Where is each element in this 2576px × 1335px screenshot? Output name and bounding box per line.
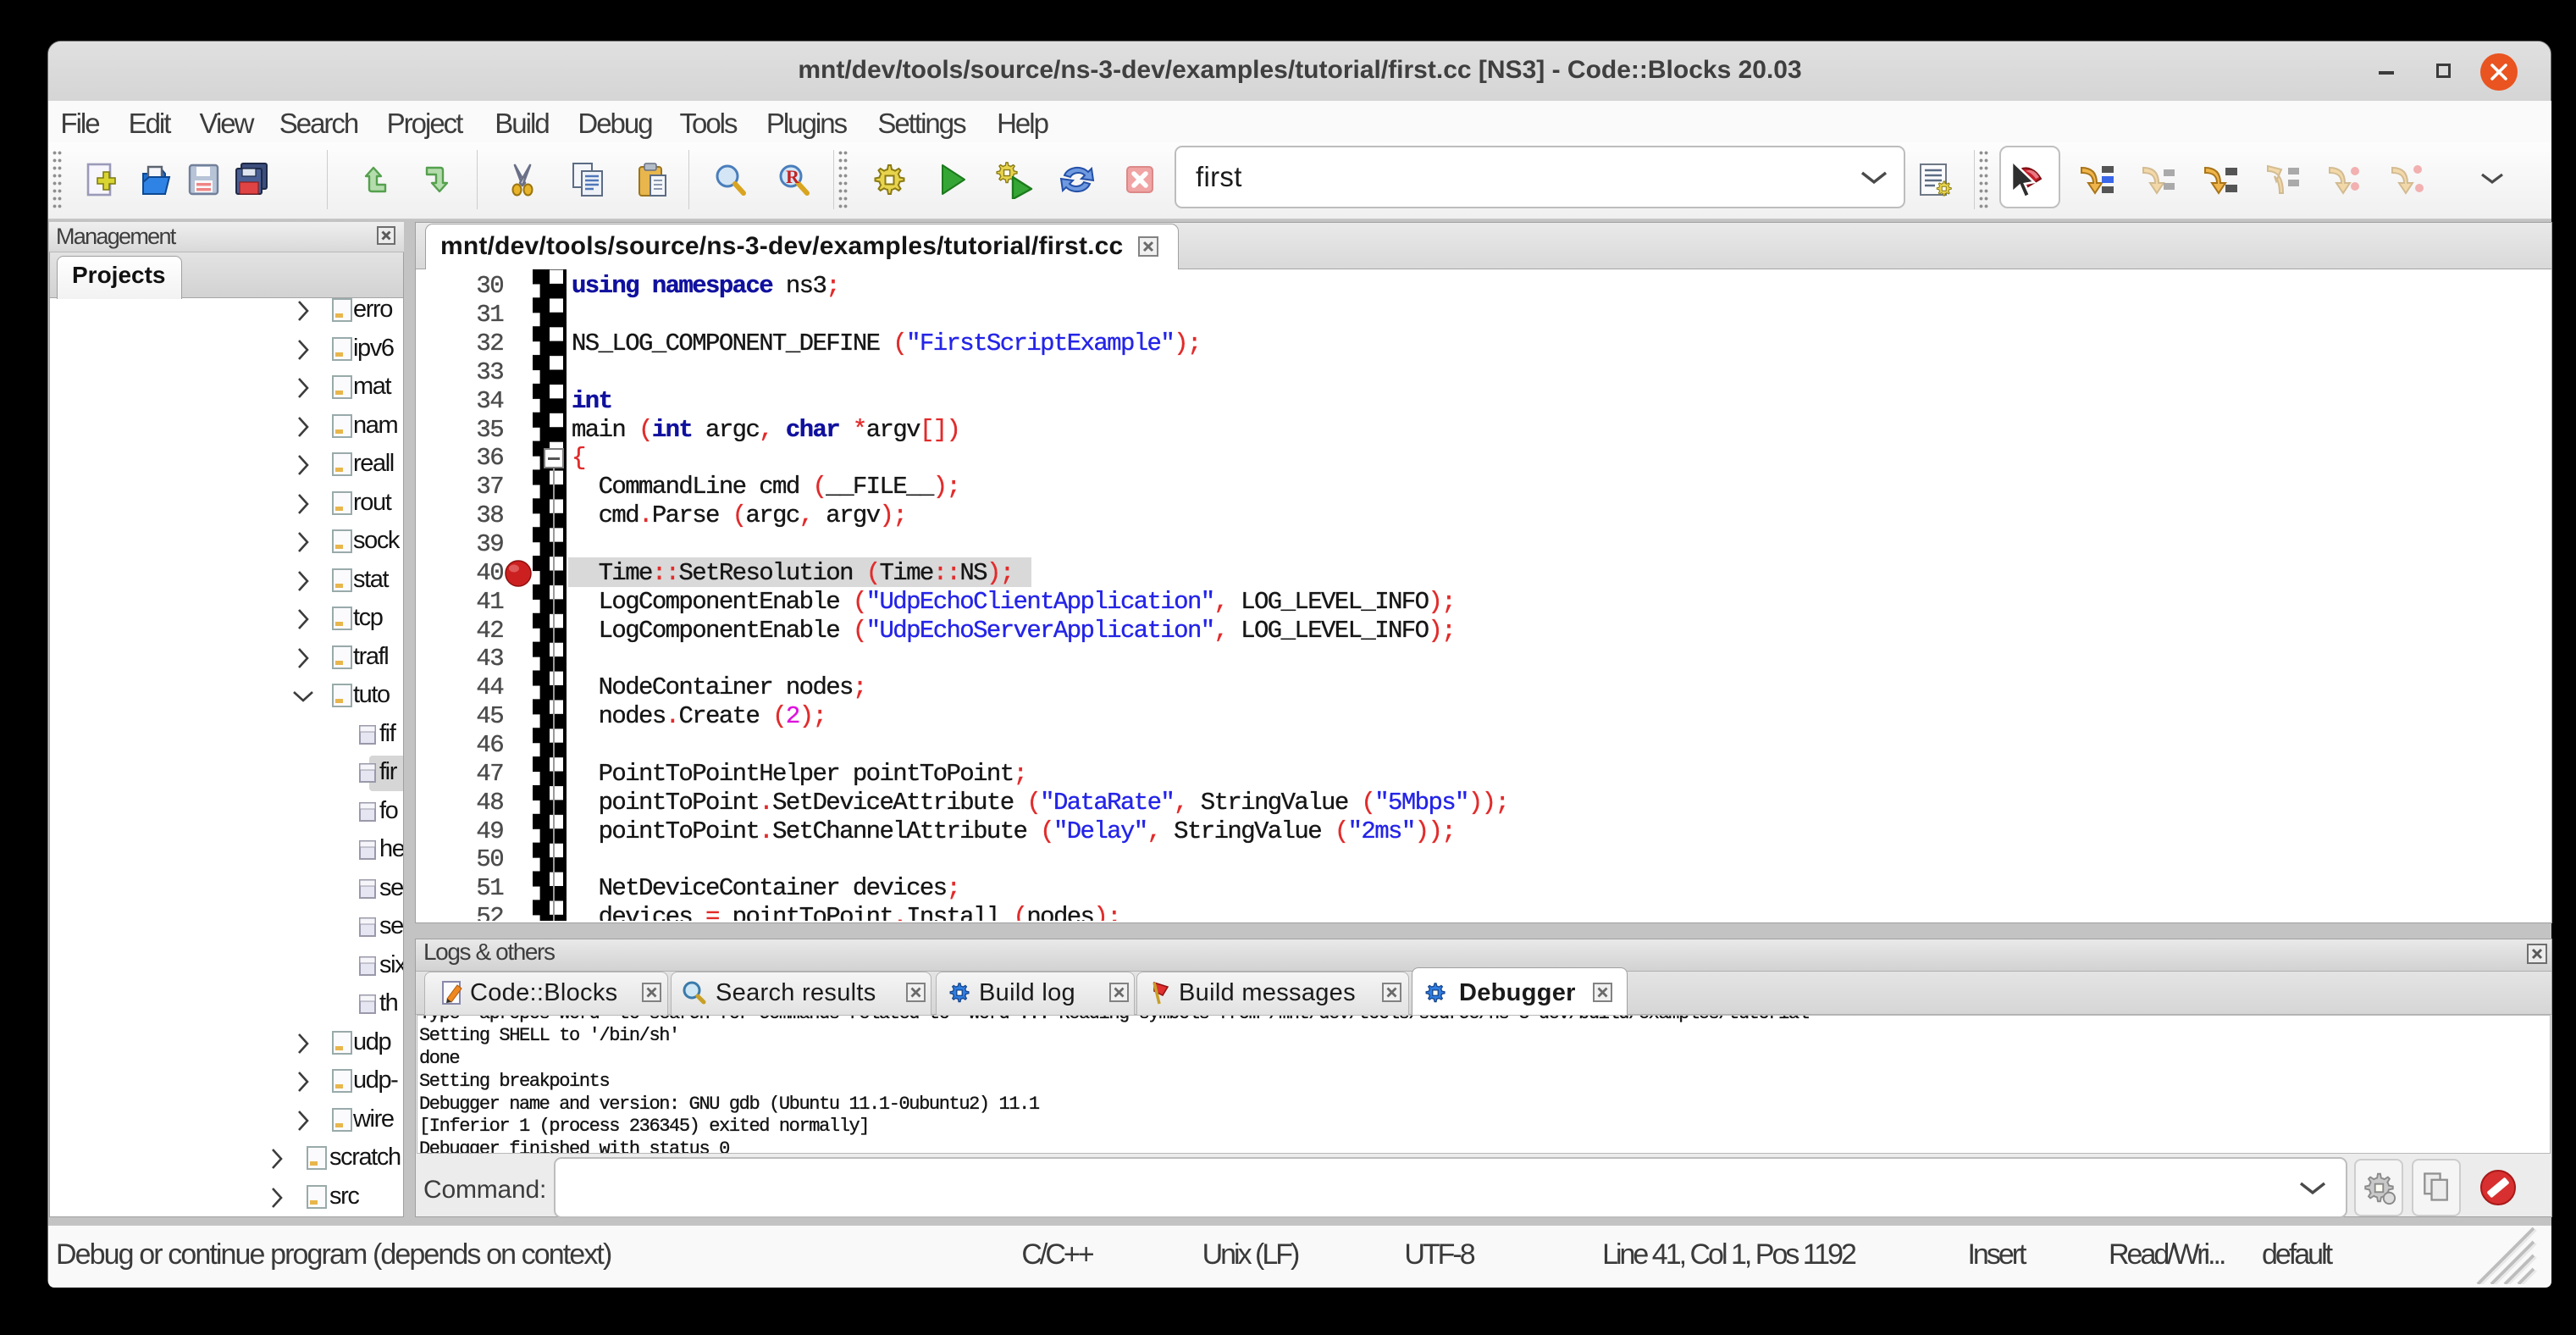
svg-text:R: R <box>786 166 800 187</box>
